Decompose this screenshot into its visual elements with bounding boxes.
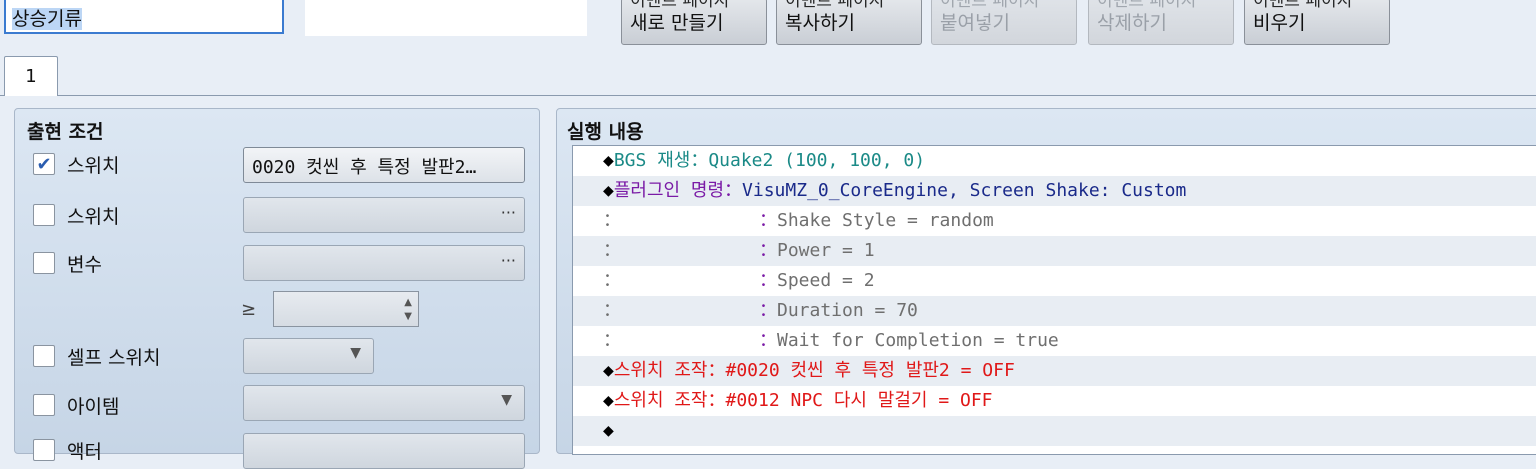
actor-checkbox[interactable] [33,439,55,461]
switch2-select[interactable]: ··· [243,197,525,233]
switch1-label: 스위치 [67,154,120,177]
command-row[interactable]: ：：Shake Style = random [573,206,1536,236]
spin-up-icon[interactable]: ▲ [404,297,412,308]
ellipsis-icon: ··· [500,251,516,270]
command-row[interactable]: ：：Wait for Completion = true [573,326,1536,356]
tab-divider [0,95,1536,96]
item-checkbox[interactable] [33,394,55,416]
switch1-checkbox[interactable]: ✔ [33,153,55,175]
contents-title: 실행 내용 [567,121,644,143]
variable-value-stepper[interactable]: ▲ ▼ [273,291,419,327]
paste-page-button[interactable]: 이벤트 페이지 붙여넣기 [931,0,1077,45]
self-switch-select[interactable]: ▼ [243,338,374,374]
actor-label: 액터 [67,440,102,463]
event-name-text: 상승기류 [12,8,82,30]
actor-select[interactable] [243,433,525,469]
conditions-panel: 출현 조건 ✔ 스위치 0020 컷씬 후 특정 발판2… 스위치 ··· 변수… [14,108,540,469]
item-select[interactable]: ▼ [243,385,525,421]
note-field[interactable] [305,0,587,36]
command-row[interactable]: ◆플러그인 명령：VisuMZ_0_CoreEngine, Screen Sha… [573,176,1536,206]
variable-checkbox[interactable] [33,252,55,274]
command-row[interactable]: ◆BGS 재생：Quake2 (100, 100, 0) [573,146,1536,176]
variable-condition[interactable]: 변수 [33,248,102,278]
switch1-select[interactable]: 0020 컷씬 후 특정 발판2… [243,147,525,183]
switch2-label: 스위치 [67,205,120,228]
event-name-input[interactable]: 상승기류 [4,0,284,34]
variable-label: 변수 [67,253,102,276]
self-switch-label: 셀프 스위치 [67,346,161,369]
spin-down-icon[interactable]: ▼ [404,311,412,322]
chevron-down-icon: ▼ [350,345,361,361]
command-row[interactable]: ：：Speed = 2 [573,266,1536,296]
switch1-condition[interactable]: ✔ 스위치 [33,149,119,179]
command-row[interactable]: ：：Duration = 70 [573,296,1536,326]
self-switch-checkbox[interactable] [33,345,55,367]
item-condition[interactable]: 아이템 [33,390,119,420]
command-row[interactable]: ◆스위치 조작：#0020 컷씬 후 특정 발판2 = OFF [573,356,1536,386]
new-page-button[interactable]: 이벤트 페이지 새로 만들기 [621,0,767,45]
clear-page-button[interactable]: 이벤트 페이지 비우기 [1244,0,1390,45]
actor-condition[interactable]: 액터 [33,435,102,465]
switch1-value: 0020 컷씬 후 특정 발판2… [252,157,477,178]
switch2-checkbox[interactable] [33,204,55,226]
conditions-title: 출현 조건 [27,121,104,143]
chevron-down-icon: ▼ [501,392,512,408]
tab-page-1[interactable]: 1 [4,56,58,96]
contents-panel: 실행 내용 ◆BGS 재생：Quake2 (100, 100, 0) ◆플러그인… [556,108,1536,455]
self-switch-condition[interactable]: 셀프 스위치 [33,341,160,371]
command-row[interactable]: ◆ [573,416,1536,446]
switch2-condition[interactable]: 스위치 [33,200,119,230]
command-list[interactable]: ◆BGS 재생：Quake2 (100, 100, 0) ◆플러그인 명령：Vi… [572,145,1536,455]
ellipsis-icon: ··· [500,203,516,222]
delete-page-button[interactable]: 이벤트 페이지 삭제하기 [1088,0,1234,45]
copy-page-button[interactable]: 이벤트 페이지 복사하기 [776,0,922,45]
command-row[interactable]: ：：Power = 1 [573,236,1536,266]
variable-select[interactable]: ··· [243,245,525,281]
command-row[interactable]: ◆스위치 조작：#0012 NPC 다시 말걸기 = OFF [573,386,1536,416]
greater-equal-operator: ≥ [241,299,257,320]
item-label: 아이템 [67,395,120,418]
